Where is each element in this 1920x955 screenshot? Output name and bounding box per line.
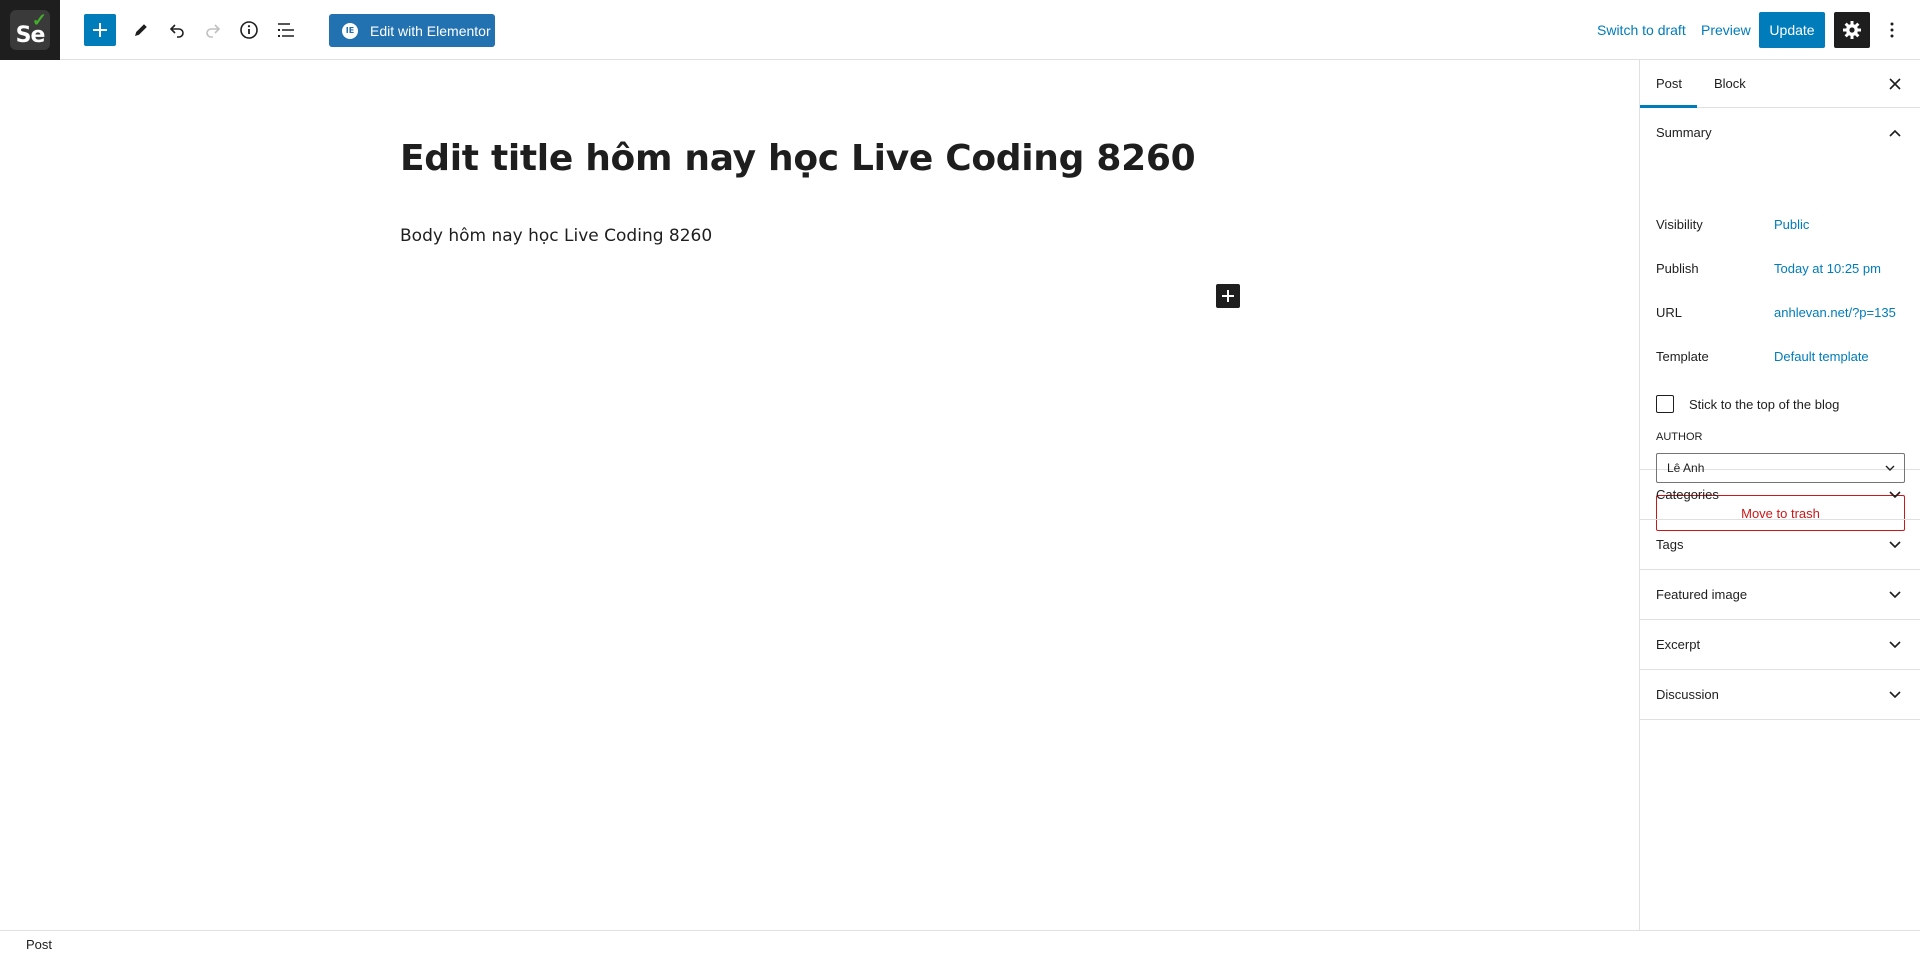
panel-excerpt[interactable]: Excerpt [1640, 620, 1920, 670]
url-value[interactable]: anhlevan.net/?p=135 [1774, 305, 1896, 320]
list-view-icon [278, 23, 294, 37]
chevron-down-icon [1883, 583, 1907, 607]
chevron-down-icon [1883, 483, 1907, 507]
tab-block[interactable]: Block [1714, 76, 1746, 91]
sidebar-tabs: Post Block [1640, 60, 1920, 108]
tools-button[interactable] [126, 15, 156, 45]
editor-footer: Post [0, 930, 1920, 955]
pencil-icon [135, 24, 147, 36]
plus-icon [1222, 290, 1234, 302]
panel-categories-label: Categories [1656, 487, 1719, 502]
summary-toggle[interactable] [1883, 121, 1907, 145]
elementor-label: Edit with Elementor [370, 22, 491, 39]
plus-icon [93, 23, 107, 37]
editor-canvas[interactable]: Edit title hôm nay học Live Coding 8260 … [0, 60, 1639, 930]
publish-label: Publish [1656, 261, 1699, 276]
template-value[interactable]: Default template [1774, 349, 1869, 364]
site-logo: Se ✓ [10, 10, 50, 50]
list-view-button[interactable] [271, 15, 301, 45]
stick-to-top-label[interactable]: Stick to the top of the blog [1689, 397, 1839, 412]
panel-tags[interactable]: Tags [1640, 520, 1920, 570]
check-icon: ✓ [31, 10, 47, 30]
panel-excerpt-label: Excerpt [1656, 637, 1701, 652]
details-button[interactable] [234, 15, 264, 45]
elementor-icon: IE [342, 22, 358, 39]
panel-featured-image[interactable]: Featured image [1640, 570, 1920, 620]
summary-heading[interactable]: Summary [1656, 125, 1712, 140]
panel-discussion[interactable]: Discussion [1640, 670, 1920, 720]
redo-button[interactable] [198, 15, 228, 45]
visibility-value[interactable]: Public [1774, 217, 1809, 232]
switch-to-draft-button[interactable]: Switch to draft [1597, 22, 1686, 38]
chevron-down-icon [1883, 633, 1907, 657]
chevron-down-icon [1883, 533, 1907, 557]
panel-featured-image-label: Featured image [1656, 587, 1748, 602]
paragraph-block[interactable]: Body hôm nay học Live Coding 8260 [400, 226, 712, 246]
panel-categories[interactable]: Categories [1640, 470, 1920, 520]
close-sidebar-button[interactable] [1883, 72, 1907, 96]
breadcrumb[interactable]: Post [26, 937, 52, 952]
tab-post[interactable]: Post [1656, 76, 1682, 91]
stick-to-top-checkbox[interactable] [1656, 395, 1674, 413]
chevron-down-icon [1883, 683, 1907, 707]
panel-discussion-label: Discussion [1656, 687, 1719, 702]
post-title[interactable]: Edit title hôm nay học Live Coding 8260 [400, 138, 1196, 179]
panel-tags-label: Tags [1656, 537, 1684, 552]
kebab-menu-icon [1890, 22, 1894, 38]
edit-with-elementor-button[interactable]: IE Edit with Elementor [329, 14, 495, 47]
redo-icon [206, 24, 221, 38]
undo-button[interactable] [162, 15, 192, 45]
site-icon-button[interactable]: Se ✓ [0, 0, 60, 60]
undo-icon [169, 24, 184, 38]
template-label: Template [1656, 349, 1709, 364]
chevron-up-icon [1889, 129, 1901, 137]
visibility-label: Visibility [1656, 217, 1703, 232]
info-icon [240, 21, 258, 39]
author-label: AUTHOR [1656, 431, 1703, 443]
add-block-button[interactable] [84, 14, 116, 46]
summary-panel: Summary Visibility Public Publish Today … [1640, 108, 1920, 531]
options-menu-button[interactable] [1880, 15, 1904, 45]
inline-add-block-button[interactable] [1216, 284, 1240, 308]
close-icon [1889, 78, 1901, 90]
gear-icon [1843, 21, 1861, 39]
settings-sidebar: Post Block Summary Visibility Public Pub… [1639, 60, 1920, 930]
url-label: URL [1656, 305, 1683, 320]
update-button[interactable]: Update [1759, 12, 1825, 48]
publish-value[interactable]: Today at 10:25 pm [1774, 261, 1881, 276]
editor-header: Se ✓ IE Edit with Elementor Switch to dr… [0, 0, 1920, 60]
preview-button[interactable]: Preview [1701, 22, 1751, 38]
settings-button[interactable] [1834, 12, 1870, 48]
